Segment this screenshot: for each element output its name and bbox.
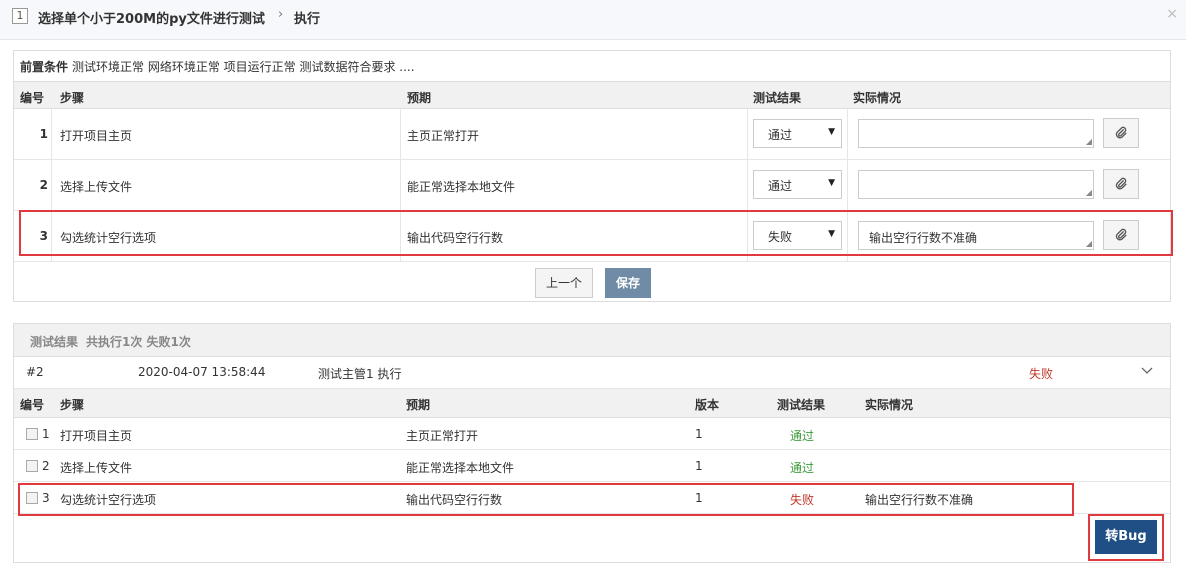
result-select-value: 失败 [768,230,793,244]
chevron-right-icon: › [278,7,284,22]
to-bug-button[interactable]: 转Bug [1095,520,1157,554]
step-text: 勾选统计空行选项 [60,231,157,245]
results-header: 测试结果 共执行1次 失败1次 [14,324,1170,357]
result-select[interactable]: 通过 ▼ [753,170,842,199]
result-num: 1 [42,427,50,441]
run-status: 失败 [1029,367,1054,381]
paperclip-icon [1115,177,1127,190]
col-result: 测试结果 [753,91,802,105]
step-text: 打开项目主页 [60,129,133,143]
col-num: 编号 [20,91,45,105]
attachment-button[interactable] [1103,118,1139,148]
step-expect: 能正常选择本地文件 [407,180,516,194]
col-version: 版本 [695,398,720,412]
result-num: 2 [42,459,50,473]
steps-table-header: 编号 步骤 预期 测试结果 实际情况 [14,81,1170,109]
result-version: 1 [695,427,703,441]
resize-grip-icon: ◢ [1085,137,1092,146]
result-version: 1 [695,459,703,473]
row-checkbox[interactable] [26,428,38,440]
actual-textarea[interactable]: 输出空行行数不准确 ◢ [858,221,1094,250]
caret-down-icon: ▼ [828,127,835,137]
chevron-down-icon[interactable] [1140,363,1154,381]
result-select-value: 通过 [768,128,793,142]
caret-down-icon: ▼ [828,178,835,188]
precondition-label: 前置条件 [20,60,69,74]
run-id: #2 [26,365,44,379]
run-row[interactable]: #2 2020-04-07 13:58:44 测试主管1 执行 失败 [14,357,1170,389]
step-text: 选择上传文件 [60,180,133,194]
result-select[interactable]: 失败 ▼ [753,221,842,250]
step-row-2: 2 选择上传文件 能正常选择本地文件 通过 ▼ ◢ [14,160,1170,211]
result-select[interactable]: 通过 ▼ [753,119,842,148]
paperclip-icon [1115,228,1127,241]
col-expect: 预期 [406,398,431,412]
precondition: 前置条件 测试环境正常 网络环境正常 项目运行正常 测试数据符合要求 .... [20,58,415,75]
results-panel: 测试结果 共执行1次 失败1次 #2 2020-04-07 13:58:44 测试… [13,323,1171,563]
results-table-header: 编号 步骤 预期 版本 测试结果 实际情况 [14,389,1170,418]
result-row-2: 2 选择上传文件 能正常选择本地文件 1 通过 [14,450,1170,482]
result-status: 通过 [790,461,815,475]
modal-header: 1 选择单个小于200M的py文件进行测试 › 执行 × [0,0,1186,40]
result-expect: 主页正常打开 [406,429,479,443]
result-step: 打开项目主页 [60,429,133,443]
close-icon[interactable]: × [1166,6,1178,22]
actual-text: 输出空行行数不准确 [869,231,978,245]
col-expect: 预期 [407,91,432,105]
col-step: 步骤 [60,91,85,105]
step-row-1: 1 打开项目主页 主页正常打开 通过 ▼ ◢ [14,109,1170,160]
step-num: 2 [39,178,48,192]
result-select-value: 通过 [768,179,793,193]
step-expect: 输出代码空行行数 [407,231,504,245]
actual-textarea[interactable]: ◢ [858,170,1094,199]
result-row-3: 3 勾选统计空行选项 输出代码空行行数 1 失败 输出空行行数不准确 [14,482,1170,514]
step-expect: 主页正常打开 [407,129,480,143]
col-result: 测试结果 [777,398,826,412]
execution-panel: 前置条件 测试环境正常 网络环境正常 项目运行正常 测试数据符合要求 .... 编… [13,50,1171,302]
result-expect: 能正常选择本地文件 [406,461,515,475]
resize-grip-icon: ◢ [1085,188,1092,197]
col-step: 步骤 [60,398,85,412]
results-title: 测试结果 共执行1次 失败1次 [30,335,191,349]
page-action-title: 执行 [294,12,321,27]
run-executor: 测试主管1 执行 [318,367,402,381]
results-summary: 共执行1次 失败1次 [86,335,191,349]
col-actual: 实际情况 [865,398,914,412]
step-row-3: 3 勾选统计空行选项 输出代码空行行数 失败 ▼ 输出空行行数不准确 ◢ [14,211,1170,262]
case-id-badge: 1 [12,8,28,24]
precondition-text: 测试环境正常 网络环境正常 项目运行正常 测试数据符合要求 .... [72,60,415,74]
result-actual: 输出空行行数不准确 [865,493,974,507]
result-num: 3 [42,491,50,505]
actual-textarea[interactable]: ◢ [858,119,1094,148]
resize-grip-icon: ◢ [1085,239,1092,248]
result-step: 勾选统计空行选项 [60,493,157,507]
result-status: 通过 [790,429,815,443]
result-status: 失败 [790,493,815,507]
attachment-button[interactable] [1103,220,1139,250]
paperclip-icon [1115,126,1127,139]
result-version: 1 [695,491,703,505]
col-actual: 实际情况 [853,91,902,105]
col-num: 编号 [20,398,45,412]
save-button[interactable]: 保存 [605,268,651,298]
prev-button[interactable]: 上一个 [535,268,593,298]
row-checkbox[interactable] [26,492,38,504]
case-title: 选择单个小于200M的py文件进行测试 [38,12,265,27]
caret-down-icon: ▼ [828,229,835,239]
run-time: 2020-04-07 13:58:44 [138,365,266,379]
step-num: 3 [39,229,48,243]
row-checkbox[interactable] [26,460,38,472]
result-step: 选择上传文件 [60,461,133,475]
attachment-button[interactable] [1103,169,1139,199]
result-row-1: 1 打开项目主页 主页正常打开 1 通过 [14,418,1170,450]
step-num: 1 [39,127,48,141]
result-expect: 输出代码空行行数 [406,493,503,507]
